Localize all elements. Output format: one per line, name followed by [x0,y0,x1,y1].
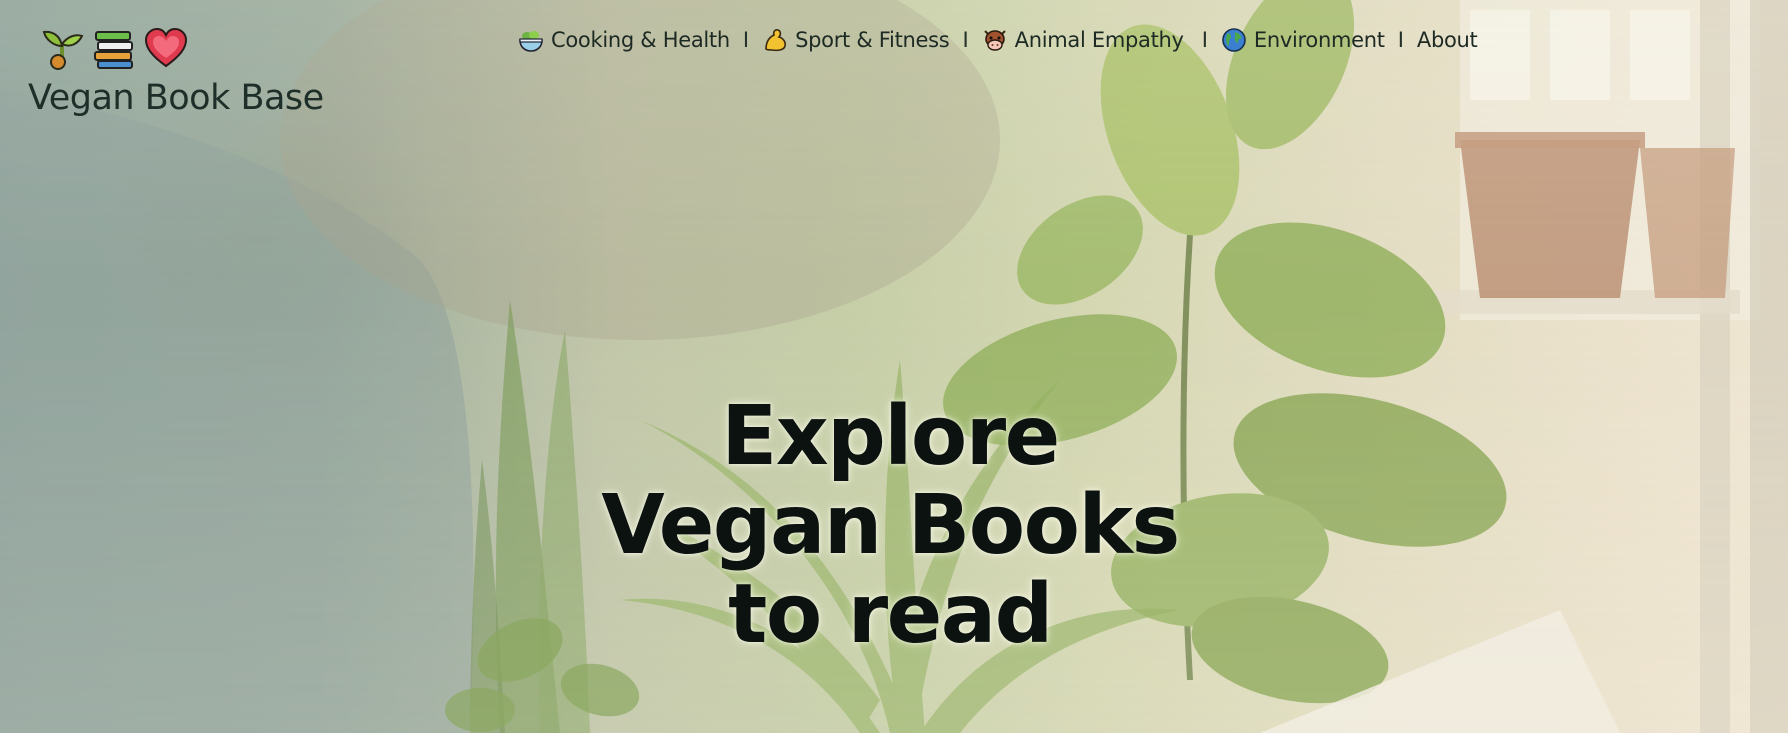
nav-item-about[interactable]: About [1417,28,1478,52]
sprout-icon [40,26,84,70]
nav-label-animal-empathy: Animal Empathy [1014,28,1184,52]
books-icon [92,26,136,70]
nav-label-environment: Environment [1253,28,1385,52]
nav-separator: I [1201,28,1208,52]
brand-title[interactable]: Vegan Book Base [28,78,324,118]
main-nav: Cooking & Health I Sport & Fitness I Ani… [518,22,1478,58]
nav-separator: I [962,28,969,52]
flexed-biceps-icon [762,27,788,53]
nav-item-environment[interactable]: Environment [1221,27,1385,53]
nav-item-cooking-health[interactable]: Cooking & Health [518,27,730,53]
hero-headline-line: to read [728,567,1053,662]
nav-label-cooking-health: Cooking & Health [551,28,730,52]
nav-item-animal-empathy[interactable]: Animal Empathy [982,27,1184,53]
hero-headline: Explore Vegan Books to read [560,392,1220,659]
salad-bowl-icon [518,27,544,53]
nav-separator: I [742,28,750,52]
nav-label-about: About [1416,28,1478,52]
nav-separator: I [1397,28,1404,52]
nav-label-sport-fitness: Sport & Fitness [795,28,950,52]
heart-icon [144,26,188,70]
logo-icons [40,26,188,70]
globe-icon [1221,27,1247,53]
hero-headline-line: Explore [721,389,1060,484]
nav-item-sport-fitness[interactable]: Sport & Fitness [762,27,950,53]
cow-face-icon [982,27,1008,53]
hero-headline-line: Vegan Books [601,478,1180,573]
